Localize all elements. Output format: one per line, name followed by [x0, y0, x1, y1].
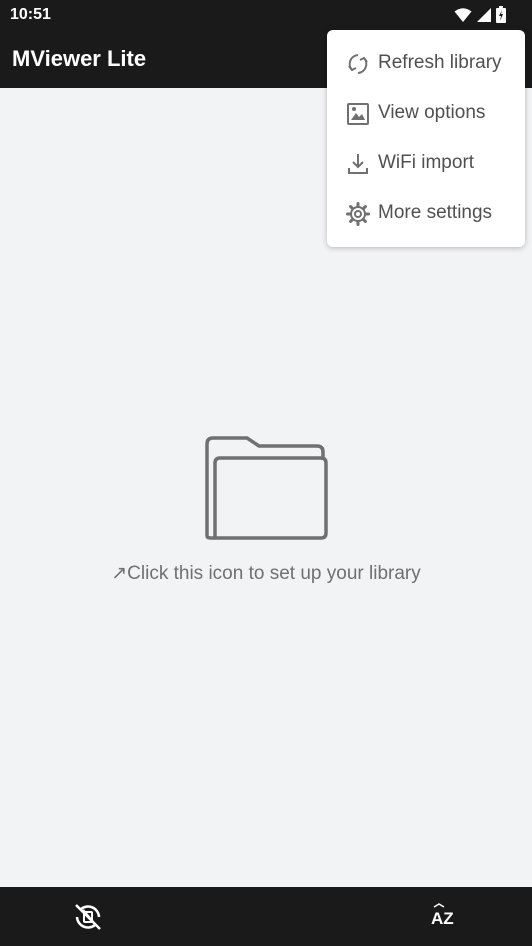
status-time: 10:51	[10, 6, 51, 23]
signal-icon	[477, 7, 491, 22]
menu-item-label: Refresh library	[378, 52, 502, 73]
menu-item-wifi-import[interactable]: WiFi import	[327, 139, 525, 189]
status-bar: 10:51	[0, 0, 532, 30]
app-title: MViewer Lite	[12, 46, 147, 71]
menu-item-label: WiFi import	[378, 152, 475, 173]
empty-state-hint: ↗Click this icon to set up your library	[0, 562, 532, 585]
menu-item-more-settings[interactable]: More settings	[327, 189, 525, 239]
sort-az-text: AZ	[431, 909, 454, 928]
folder-icon	[205, 436, 328, 540]
rotation-lock-button[interactable]	[72, 901, 104, 933]
image-icon	[347, 103, 369, 125]
menu-item-refresh-library[interactable]: Refresh library	[327, 39, 525, 89]
menu-item-label: More settings	[378, 202, 493, 223]
hint-text: Click this icon to set up your library	[127, 563, 421, 584]
menu-item-label: View options	[378, 102, 486, 123]
refresh-icon	[348, 54, 368, 74]
menu-item-view-options[interactable]: View options	[327, 89, 525, 139]
bottom-bar: AZ	[0, 887, 532, 946]
sort-az-icon: AZ	[431, 903, 454, 928]
status-icons	[454, 6, 506, 23]
overflow-menu: Refresh library View options WiFi import	[327, 30, 525, 247]
battery-icon	[496, 6, 506, 23]
rotation-lock-off-icon	[75, 904, 101, 930]
wifi-icon	[454, 7, 472, 22]
sort-button[interactable]: AZ	[427, 901, 459, 933]
gear-icon	[346, 202, 370, 226]
hint-arrow: ↗	[111, 563, 128, 584]
download-icon	[348, 154, 368, 174]
